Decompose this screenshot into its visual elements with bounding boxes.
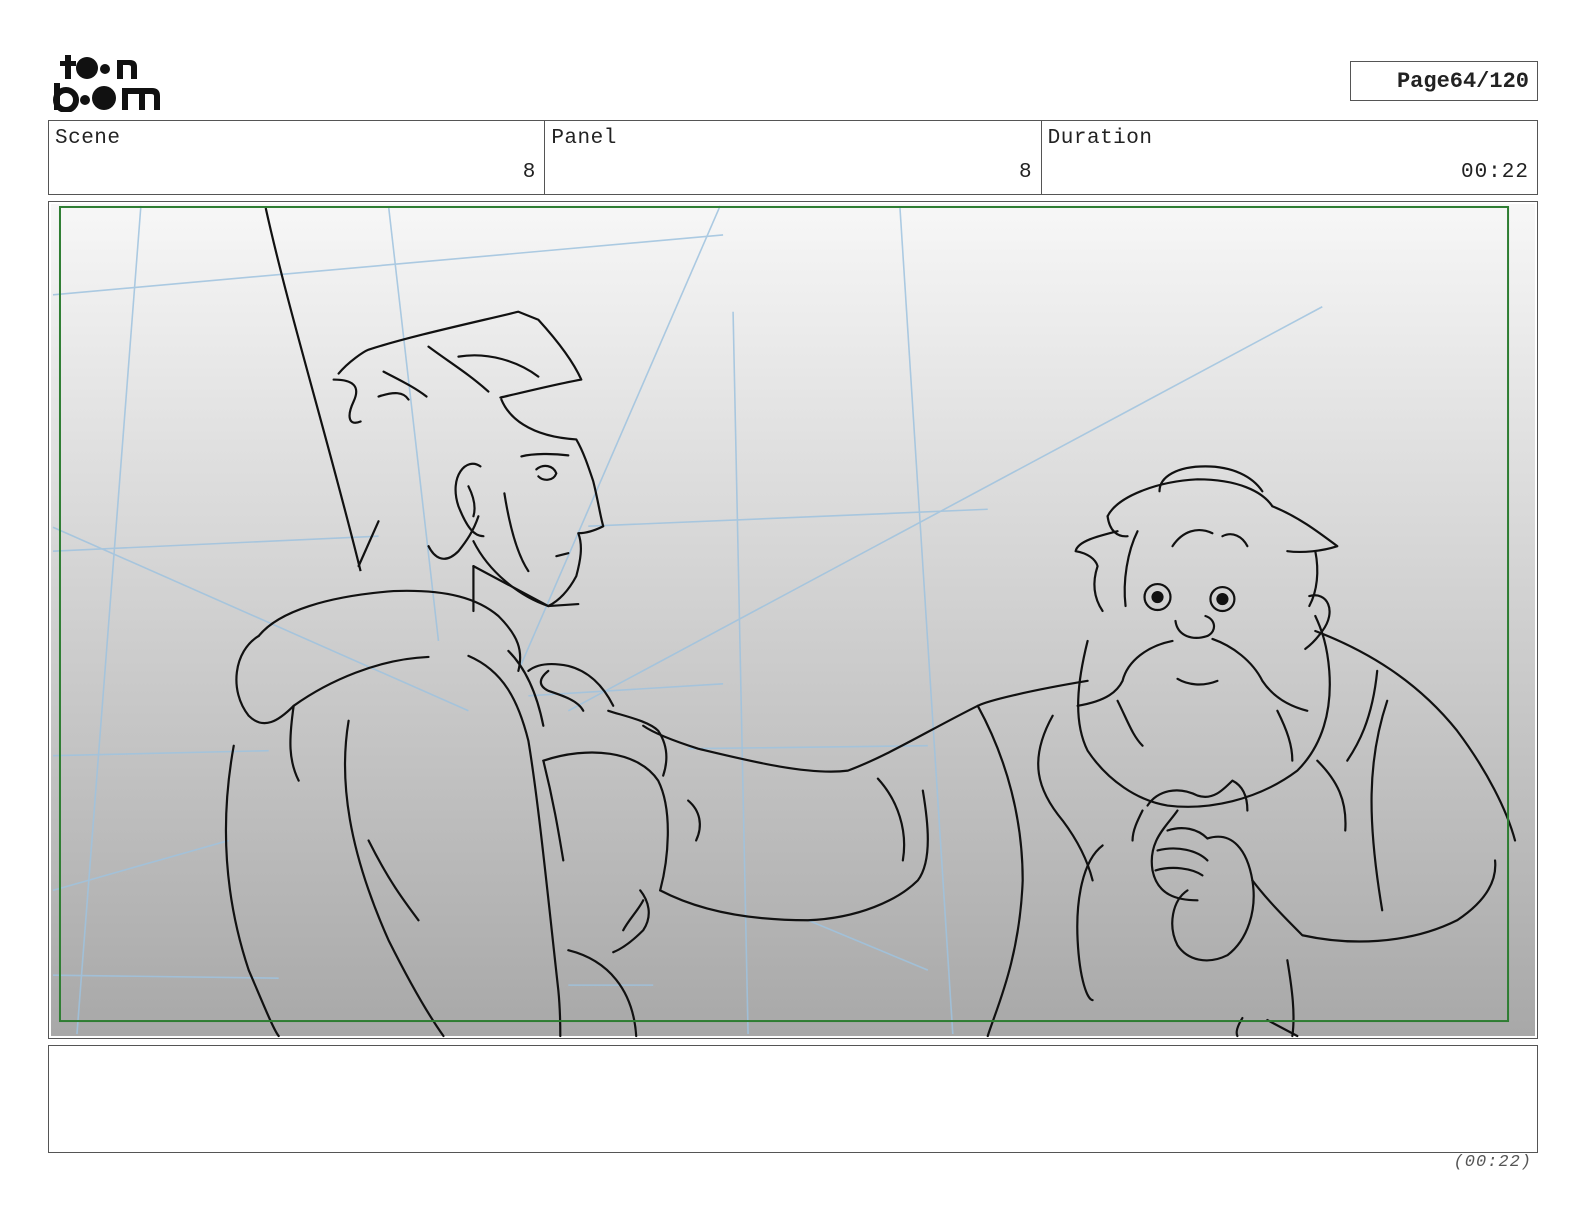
storyboard-panel xyxy=(48,201,1538,1039)
duration-value: 00:22 xyxy=(1460,161,1529,184)
page-indicator: Page 64/120 xyxy=(1350,61,1538,101)
panel-info-header: Scene 8 Panel 8 Duration 00:22 xyxy=(48,120,1538,195)
scene-value: 8 xyxy=(522,161,537,184)
panel-value: 8 xyxy=(1019,161,1033,184)
panel-label: Panel xyxy=(551,127,617,150)
scene-cell: Scene 8 xyxy=(49,121,546,194)
duration-cell: Duration 00:22 xyxy=(1042,121,1537,194)
page-label: Page xyxy=(1396,68,1450,94)
footer-duration: (00:22) xyxy=(1453,1153,1532,1172)
toonboom-logo xyxy=(53,55,160,112)
page-number: 64/120 xyxy=(1449,68,1529,94)
duration-label: Duration xyxy=(1047,127,1153,150)
scene-label: Scene xyxy=(55,127,121,150)
panel-cell: Panel 8 xyxy=(545,121,1042,194)
panel-notes-box xyxy=(48,1045,1538,1153)
storyboard-sketch-image xyxy=(50,203,1536,1038)
